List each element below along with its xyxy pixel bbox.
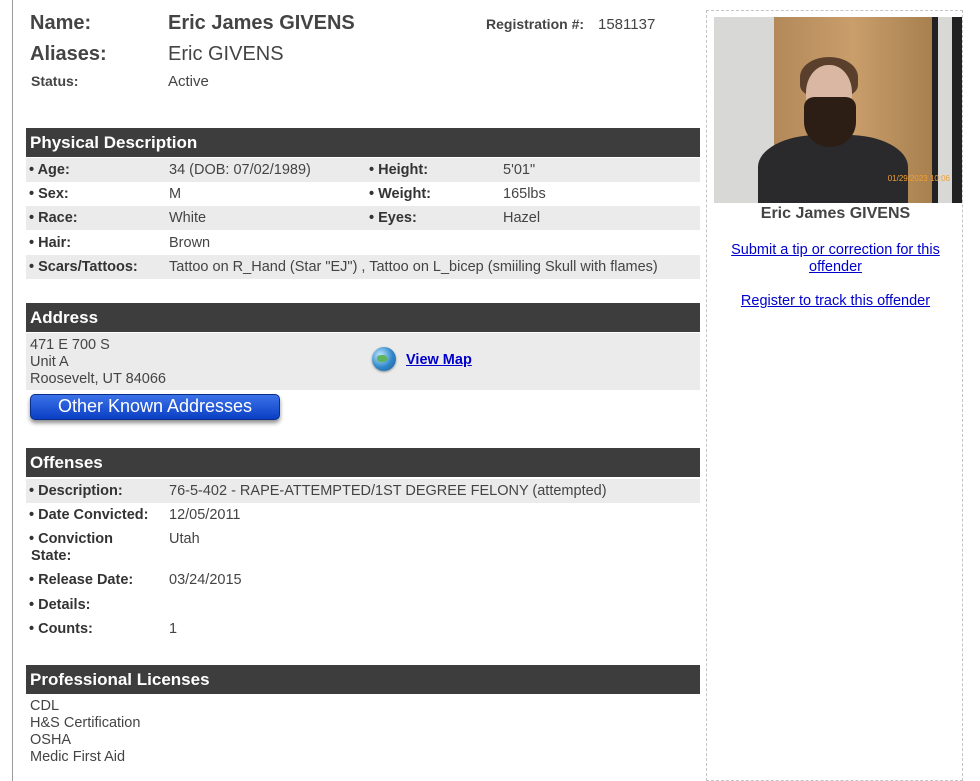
sidebar-offender-name: Eric James GIVENS [760,205,911,222]
other-known-addresses-button[interactable]: Other Known Addresses [30,394,280,420]
counts-label: • Counts: [29,621,93,637]
license-item: Medic First Aid [30,749,126,765]
details-label: • Details: [29,597,91,613]
physical-row-age: • Age: 34 (DOB: 07/02/1989) • Height: 5'… [26,158,700,182]
offense-row-description: • Description: 76-5-402 - RAPE-ATTEMPTED… [26,479,700,503]
physical-description-header: Physical Description [26,128,700,157]
offender-name: Eric James GIVENS [168,12,355,34]
submit-tip-link-line1[interactable]: Submit a tip or correction for this [721,242,950,259]
sex-value: M [169,186,182,202]
registration-number: 1581137 [598,16,656,33]
aliases-label: Aliases: [30,43,107,65]
release-date-value: 03/24/2015 [169,572,242,588]
address-box: 471 E 700 S Unit A Roosevelt, UT 84066 V… [26,333,700,390]
eyes-label: • Eyes: [369,210,417,226]
description-value: 76-5-402 - RAPE-ATTEMPTED/1ST DEGREE FEL… [169,483,607,499]
licenses-header: Professional Licenses [26,665,700,694]
submit-tip-link-line2[interactable]: offender [721,259,950,276]
registration-label: Registration #: [486,16,585,32]
offender-aliases: Eric GIVENS [168,43,284,65]
height-value: 5'01" [503,162,536,178]
date-convicted-value: 12/05/2011 [169,507,241,523]
view-map-link[interactable]: View Map [406,352,472,368]
weight-label: • Weight: [369,186,431,202]
scars-label: • Scars/Tattoos: [29,259,138,275]
status-label: Status: [31,73,79,89]
conviction-state-label-line1: • Conviction [29,531,114,547]
hair-label: • Hair: [29,235,72,251]
race-label: • Race: [29,210,78,226]
name-label: Name: [30,12,92,34]
conviction-state-value: Utah [169,531,200,547]
conviction-state-label-line2: State: [31,548,72,564]
hair-value: Brown [169,235,211,251]
address-line-3: Roosevelt, UT 84066 [30,371,166,387]
date-convicted-label: • Date Convicted: [29,507,149,523]
race-value: White [169,210,207,226]
register-track-link[interactable]: Register to track this offender [721,293,950,310]
physical-row-race: • Race: White • Eyes: Hazel [26,206,700,230]
physical-row-scars: • Scars/Tattoos: Tattoo on R_Hand (Star … [26,255,700,279]
height-label: • Height: [369,162,429,178]
offense-row-counts: • Counts: 1 [26,617,700,641]
physical-row-sex: • Sex: M • Weight: 165lbs [26,182,700,206]
release-date-label: • Release Date: [29,572,134,588]
globe-icon[interactable] [372,347,396,371]
license-item: H&S Certification [30,715,141,731]
offenses-header: Offenses [26,448,700,477]
eyes-value: Hazel [503,210,541,226]
offender-photo: 01/29/2023 10:06 [714,17,962,203]
status-value: Active [168,73,209,90]
license-item: CDL [30,698,60,714]
address-header: Address [26,303,700,332]
left-border [12,0,13,781]
offender-sidebar: 01/29/2023 10:06 Eric James GIVENS Submi… [706,10,963,781]
address-line-1: 471 E 700 S [30,337,110,353]
weight-value: 165lbs [503,186,546,202]
age-value: 34 (DOB: 07/02/1989) [169,162,311,178]
scars-value: Tattoo on R_Hand (Star "EJ") , Tattoo on… [169,259,658,275]
offense-row-date-convicted: • Date Convicted: 12/05/2011 [26,503,700,527]
offense-row-release-date: • Release Date: 03/24/2015 [26,568,700,592]
offense-row-details: • Details: [26,593,700,617]
license-item: OSHA [30,732,72,748]
address-line-2: Unit A [30,354,69,370]
description-label: • Description: [29,483,123,499]
physical-row-hair: • Hair: Brown [26,231,700,255]
counts-value: 1 [169,621,178,637]
age-label: • Age: [29,162,70,178]
sex-label: • Sex: [29,186,69,202]
photo-timestamp: 01/29/2023 10:06 [887,174,950,183]
